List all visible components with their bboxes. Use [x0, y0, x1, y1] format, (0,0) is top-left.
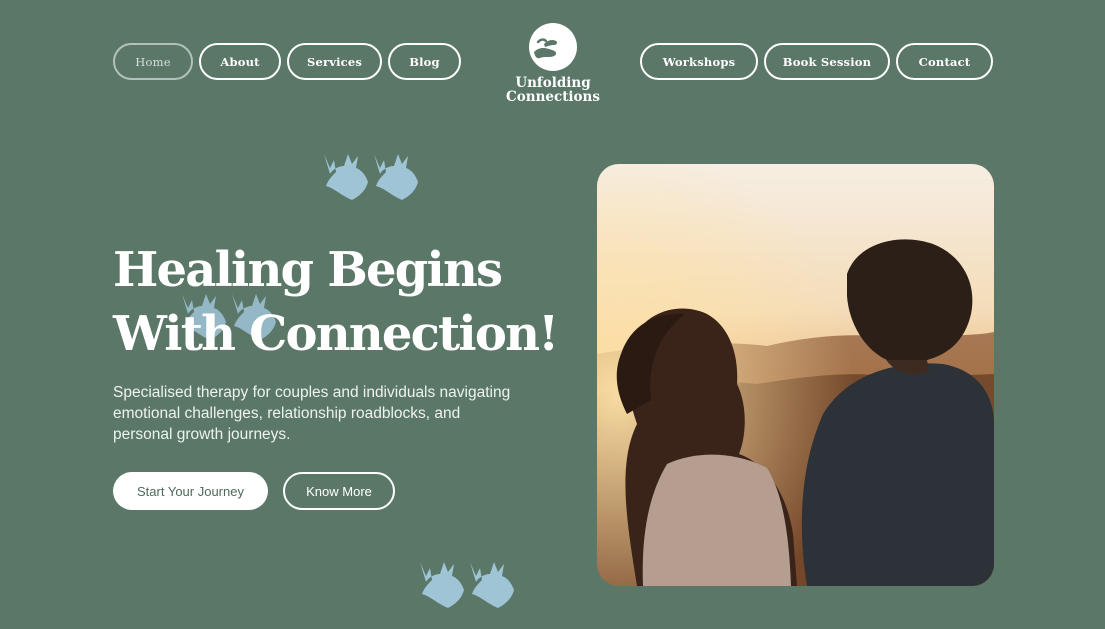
nav-home-button[interactable]: Home	[113, 43, 193, 80]
nav-book-session-button[interactable]: Book Session	[764, 43, 890, 80]
site-logo[interactable]: Unfolding Connections	[500, 22, 606, 104]
nav-contact-button[interactable]: Contact	[896, 43, 993, 80]
nav-workshops-button[interactable]: Workshops	[640, 43, 758, 80]
logo-text: Unfolding Connections	[506, 75, 600, 105]
hero-subtext: Specialised therapy for couples and indi…	[113, 384, 511, 443]
hero-headline: Healing Begins With Connection!	[113, 242, 559, 362]
start-journey-button[interactable]: Start Your Journey	[113, 472, 268, 510]
know-more-button[interactable]: Know More	[283, 472, 395, 510]
hands-circle-icon	[529, 23, 577, 71]
nav-services-button[interactable]: Services	[287, 43, 382, 80]
birds-icon	[324, 154, 418, 200]
nav-about-button[interactable]: About	[199, 43, 281, 80]
hero-image	[597, 164, 994, 586]
nav-blog-button[interactable]: Blog	[388, 43, 461, 80]
birds-icon	[420, 562, 514, 608]
couple-sunset-photo	[597, 164, 994, 586]
